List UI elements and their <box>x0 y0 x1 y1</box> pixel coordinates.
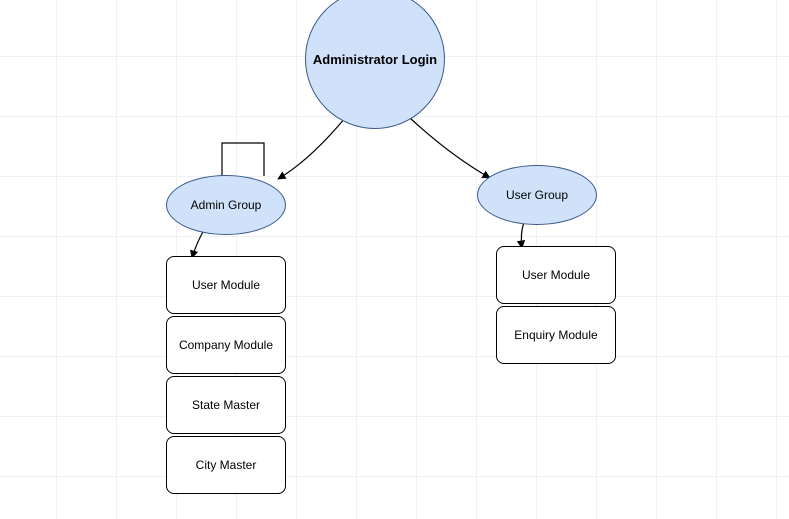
node-user-group: User Group <box>477 165 597 225</box>
node-label: Admin Group <box>191 198 262 212</box>
node-admin-group: Admin Group <box>166 175 286 235</box>
node-label: Administrator Login <box>313 52 437 67</box>
node-admin-module: State Master <box>166 376 286 434</box>
node-admin-module: Company Module <box>166 316 286 374</box>
node-label: Company Module <box>179 338 273 352</box>
node-user-module: Enquiry Module <box>496 306 616 364</box>
diagram-canvas: Administrator Login Admin Group User Gro… <box>0 0 789 519</box>
edge-admin-to-modules <box>192 230 204 258</box>
node-label: User Group <box>506 188 568 202</box>
node-user-module: User Module <box>496 246 616 304</box>
node-label: City Master <box>196 458 257 472</box>
edge-user-to-modules <box>521 222 524 248</box>
node-label: User Module <box>522 268 590 282</box>
node-label: Enquiry Module <box>514 328 597 342</box>
node-label: State Master <box>192 398 260 412</box>
node-label: User Module <box>192 278 260 292</box>
node-admin-module: User Module <box>166 256 286 314</box>
edge-root-to-admin <box>278 118 345 179</box>
edge-root-to-user <box>410 118 490 178</box>
node-admin-module: City Master <box>166 436 286 494</box>
edge-admin-self-loop <box>222 143 264 178</box>
node-administrator-login: Administrator Login <box>305 0 445 129</box>
